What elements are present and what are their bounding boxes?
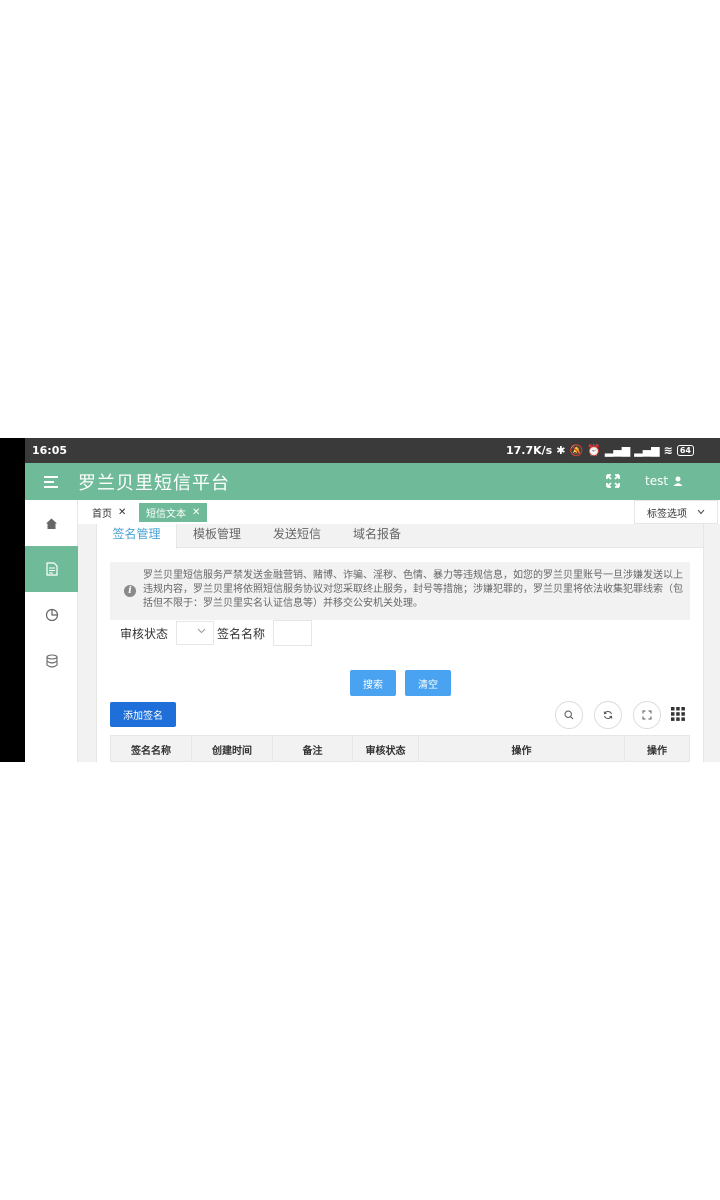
app-header: 罗兰贝里短信平台 test <box>25 463 720 500</box>
close-icon[interactable]: ✕ <box>192 507 200 518</box>
tab-options-dropdown[interactable]: 标签选项 <box>634 500 718 524</box>
search-tool-button[interactable] <box>555 701 583 729</box>
document-icon <box>45 562 58 576</box>
column-header[interactable]: 创建时间 <box>192 736 273 762</box>
signature-name-input[interactable] <box>273 620 312 646</box>
notice-box: i 罗兰贝里短信服务严禁发送金融营销、赌博、诈骗、淫秽、色情、暴力等违规信息，如… <box>110 562 690 620</box>
net-speed: 17.7K/s <box>506 444 553 457</box>
page-tab-label: 短信文本 <box>146 509 186 520</box>
tab-signature-management[interactable]: 签名管理 <box>97 524 177 549</box>
sidebar <box>25 500 78 762</box>
status-time: 16:05 <box>32 444 68 457</box>
status-icons: 17.7K/s ✱ 🔕 ⏰ ▂▄▆ ▂▄▆ ≋ 64 <box>506 444 694 457</box>
status-filter-label: 审核状态 <box>120 627 169 641</box>
page-tab-home[interactable]: 首页 ✕ <box>85 503 134 522</box>
app-title: 罗兰贝里短信平台 <box>78 473 230 494</box>
column-header[interactable]: 签名名称 <box>111 736 192 762</box>
mute-icon: 🔕 <box>569 444 584 457</box>
name-filter-label: 签名名称 <box>217 627 266 641</box>
expand-icon <box>642 710 652 720</box>
pie-chart-icon <box>45 608 58 622</box>
close-icon[interactable]: ✕ <box>118 507 126 518</box>
fullscreen-icon[interactable] <box>605 473 621 489</box>
home-icon <box>46 518 57 529</box>
fullscreen-table-button[interactable] <box>633 701 661 729</box>
sidebar-item-database[interactable] <box>25 638 78 684</box>
table-header: 签名名称 创建时间 备注 审核状态 操作 操作 <box>110 735 690 762</box>
sidebar-item-document[interactable] <box>25 546 78 592</box>
column-header[interactable]: 操作 <box>419 736 625 762</box>
add-signature-button[interactable]: 添加签名 <box>110 702 176 727</box>
search-icon <box>564 710 574 720</box>
menu-toggle-icon[interactable] <box>44 476 58 488</box>
sidebar-item-home[interactable] <box>25 500 78 546</box>
clear-button[interactable]: 清空 <box>405 670 451 696</box>
alarm-icon: ⏰ <box>587 444 601 457</box>
tab-domain-filing[interactable]: 域名报备 <box>337 524 417 548</box>
tab-send-sms[interactable]: 发送短信 <box>257 524 337 548</box>
column-header[interactable]: 审核状态 <box>353 736 419 762</box>
chevron-down-icon <box>197 628 206 634</box>
battery-icon: 64 <box>676 445 694 456</box>
signal-icon-2: ▂▄▆ <box>634 444 660 457</box>
column-header[interactable]: 备注 <box>273 736 353 762</box>
status-bar: 16:05 17.7K/s ✱ 🔕 ⏰ ▂▄▆ ▂▄▆ ≋ 64 <box>25 438 720 463</box>
info-icon: i <box>124 585 136 597</box>
database-icon <box>45 654 58 668</box>
grid-icon[interactable] <box>671 707 685 721</box>
tab-options-label: 标签选项 <box>647 508 687 520</box>
user-menu[interactable]: test <box>645 474 683 488</box>
page-tab-sms-text[interactable]: 短信文本 ✕ <box>139 503 208 522</box>
app-screen: 16:05 17.7K/s ✱ 🔕 ⏰ ▂▄▆ ▂▄▆ ≋ 64 罗兰贝里短信平… <box>0 438 720 762</box>
status-select[interactable] <box>176 621 214 645</box>
search-button[interactable]: 搜索 <box>350 670 396 696</box>
chevron-down-icon <box>697 509 705 515</box>
page-tabs-bar: 首页 ✕ 短信文本 ✕ <box>78 500 720 524</box>
main-content: 签名管理 模板管理 发送短信 域名报备 i 罗兰贝里短信服务严禁发送金融营销、赌… <box>96 524 704 762</box>
column-header[interactable]: 操作 <box>625 736 689 762</box>
refresh-button[interactable] <box>594 701 622 729</box>
sidebar-item-chart[interactable] <box>25 592 78 638</box>
sub-tabs: 签名管理 模板管理 发送短信 域名报备 <box>97 524 703 549</box>
wifi-icon: ≋ <box>663 444 673 457</box>
refresh-icon <box>603 711 613 719</box>
user-name: test <box>645 474 669 488</box>
tab-template-management[interactable]: 模板管理 <box>177 524 257 548</box>
user-icon <box>673 476 683 486</box>
notice-text: 罗兰贝里短信服务严禁发送金融营销、赌博、诈骗、淫秽、色情、暴力等违规信息，如您的… <box>143 570 683 609</box>
page-tab-label: 首页 <box>92 509 112 520</box>
signal-icon: ▂▄▆ <box>604 444 631 457</box>
bluetooth-icon: ✱ <box>556 444 566 457</box>
left-black-bar <box>0 438 25 762</box>
